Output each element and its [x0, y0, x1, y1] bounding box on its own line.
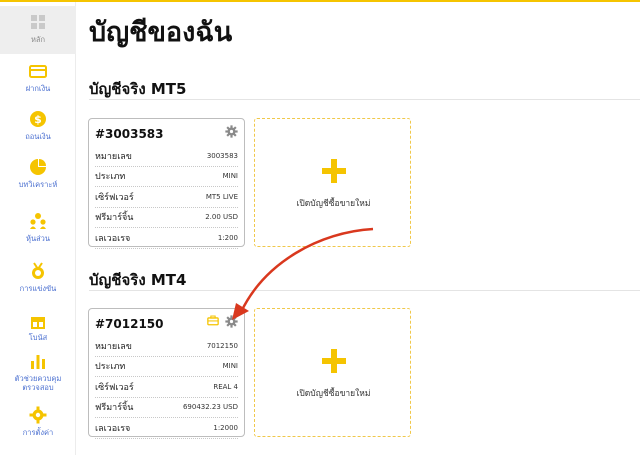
- account-card-mt4[interactable]: #7012150 หมายเลข 7012150 ประเภท MINI เซิร์…: [88, 308, 245, 439]
- sidebar: หลัก ฝากเงิน $ ถอนเงิน บทวิเคราะห์ หุ้นส…: [0, 2, 76, 455]
- sidebar-item-deposit[interactable]: ฝากเงิน: [0, 55, 76, 103]
- gear-icon[interactable]: [225, 125, 238, 138]
- detail-row: ฟรีมาร์จิ้น 690432.23 USD: [95, 398, 238, 418]
- partners-icon: [30, 213, 46, 229]
- sidebar-item-partners[interactable]: หุ้นส่วน: [0, 205, 76, 253]
- account-details: หมายเลข 7012150 ประเภท MINI เซิร์ฟเวอร์ REA…: [95, 336, 238, 439]
- sidebar-item-label: การแข่งขัน: [19, 284, 57, 293]
- sidebar-item-label: หุ้นส่วน: [26, 234, 50, 243]
- detail-row: หมายเลข 7012150: [95, 336, 238, 357]
- coin-icon: $: [30, 111, 46, 127]
- sidebar-item-home[interactable]: หลัก: [0, 6, 76, 54]
- sidebar-item-label: การตั้งค่า: [22, 428, 54, 437]
- detail-value: MINI: [222, 172, 238, 181]
- detail-key: เซิร์ฟเวอร์: [95, 382, 134, 393]
- sidebar-item-contest[interactable]: การแข่งขัน: [0, 255, 76, 303]
- account-id: #7012150: [95, 317, 164, 331]
- sidebar-item-label: โบนัส: [28, 333, 48, 342]
- detail-row: เซิร์ฟเวอร์ MT5 LIVE: [95, 187, 238, 208]
- briefcase-icon[interactable]: [207, 315, 219, 326]
- section-title-mt4: บัญชีจริง MT4: [89, 271, 187, 289]
- gift-icon: [31, 317, 45, 329]
- page-title: บัญชีของฉัน: [89, 17, 233, 48]
- detail-value: 1:200: [217, 233, 238, 242]
- detail-value: 7012150: [206, 341, 238, 350]
- pie-chart-icon: [30, 159, 46, 175]
- detail-value: 2.00 USD: [205, 213, 238, 222]
- detail-row: ประเภท MINI: [95, 357, 238, 377]
- gear-icon: [29, 406, 47, 424]
- sidebar-item-monitoring[interactable]: ตัวช่วยควบคุม ตรวจสอบ: [0, 345, 76, 401]
- detail-row: เลเวอเรจ 1:200: [95, 228, 238, 249]
- sidebar-item-settings[interactable]: การตั้งค่า: [0, 399, 76, 447]
- dashboard-icon: [31, 15, 45, 29]
- svg-text:$: $: [34, 113, 42, 126]
- detail-key: ฟรีมาร์จิ้น: [95, 213, 134, 224]
- account-card-mt5[interactable]: #3003583 หมายเลข 3003583 ประเภท MINI เซิร์…: [88, 118, 245, 249]
- sidebar-item-label: ถอนเงิน: [25, 132, 51, 141]
- open-new-account-label: เปิดบัญชีซื้อขายใหม่: [296, 389, 371, 399]
- plus-icon: [322, 349, 346, 373]
- open-new-account-label: เปิดบัญชีซื้อขายใหม่: [296, 199, 371, 209]
- top-accent-line: [0, 0, 640, 2]
- detail-row: เลเวอเรจ 1:2000: [95, 418, 238, 439]
- detail-value: 3003583: [206, 151, 238, 160]
- detail-key: ประเภท: [95, 172, 126, 183]
- detail-key: หมายเลข: [95, 341, 132, 352]
- detail-value: 690432.23 USD: [182, 403, 238, 412]
- detail-key: ฟรีมาร์จิ้น: [95, 403, 134, 414]
- open-new-account-button-mt4[interactable]: เปิดบัญชีซื้อขายใหม่: [254, 308, 411, 437]
- medal-icon: [32, 262, 44, 279]
- sidebar-item-label: ฝากเงิน: [25, 84, 51, 93]
- section-title-mt5: บัญชีจริง MT5: [89, 80, 187, 98]
- sidebar-item-label: หลัก: [30, 35, 46, 44]
- detail-value: REAL 4: [213, 382, 238, 391]
- bar-chart-icon: [31, 355, 45, 369]
- detail-key: ประเภท: [95, 362, 126, 373]
- detail-value: MINI: [222, 362, 238, 371]
- section-divider: [89, 290, 640, 291]
- sidebar-item-analysis[interactable]: บทวิเคราะห์: [0, 151, 76, 199]
- detail-row: หมายเลข 3003583: [95, 146, 238, 167]
- gear-icon[interactable]: [225, 315, 238, 328]
- account-id: #3003583: [95, 127, 164, 141]
- detail-key: เลเวอเรจ: [95, 423, 131, 434]
- detail-key: หมายเลข: [95, 151, 132, 162]
- detail-value: 1:2000: [213, 423, 238, 432]
- sidebar-item-label: บทวิเคราะห์: [18, 180, 58, 189]
- section-divider: [89, 99, 640, 100]
- open-new-account-button-mt5[interactable]: เปิดบัญชีซื้อขายใหม่: [254, 118, 411, 247]
- detail-row: ประเภท MINI: [95, 167, 238, 187]
- plus-icon: [322, 159, 346, 183]
- detail-row: เซิร์ฟเวอร์ REAL 4: [95, 377, 238, 398]
- detail-row: ฟรีมาร์จิ้น 2.00 USD: [95, 208, 238, 228]
- sidebar-item-label: ตัวช่วยควบคุม ตรวจสอบ: [14, 374, 62, 392]
- detail-key: เซิร์ฟเวอร์: [95, 192, 134, 203]
- account-details: หมายเลข 3003583 ประเภท MINI เซิร์ฟเวอร์ MT5…: [95, 146, 238, 249]
- detail-key: เลเวอเรจ: [95, 233, 131, 244]
- detail-value: MT5 LIVE: [205, 192, 238, 201]
- card-icon: [29, 65, 47, 78]
- sidebar-item-withdraw[interactable]: $ ถอนเงิน: [0, 103, 76, 151]
